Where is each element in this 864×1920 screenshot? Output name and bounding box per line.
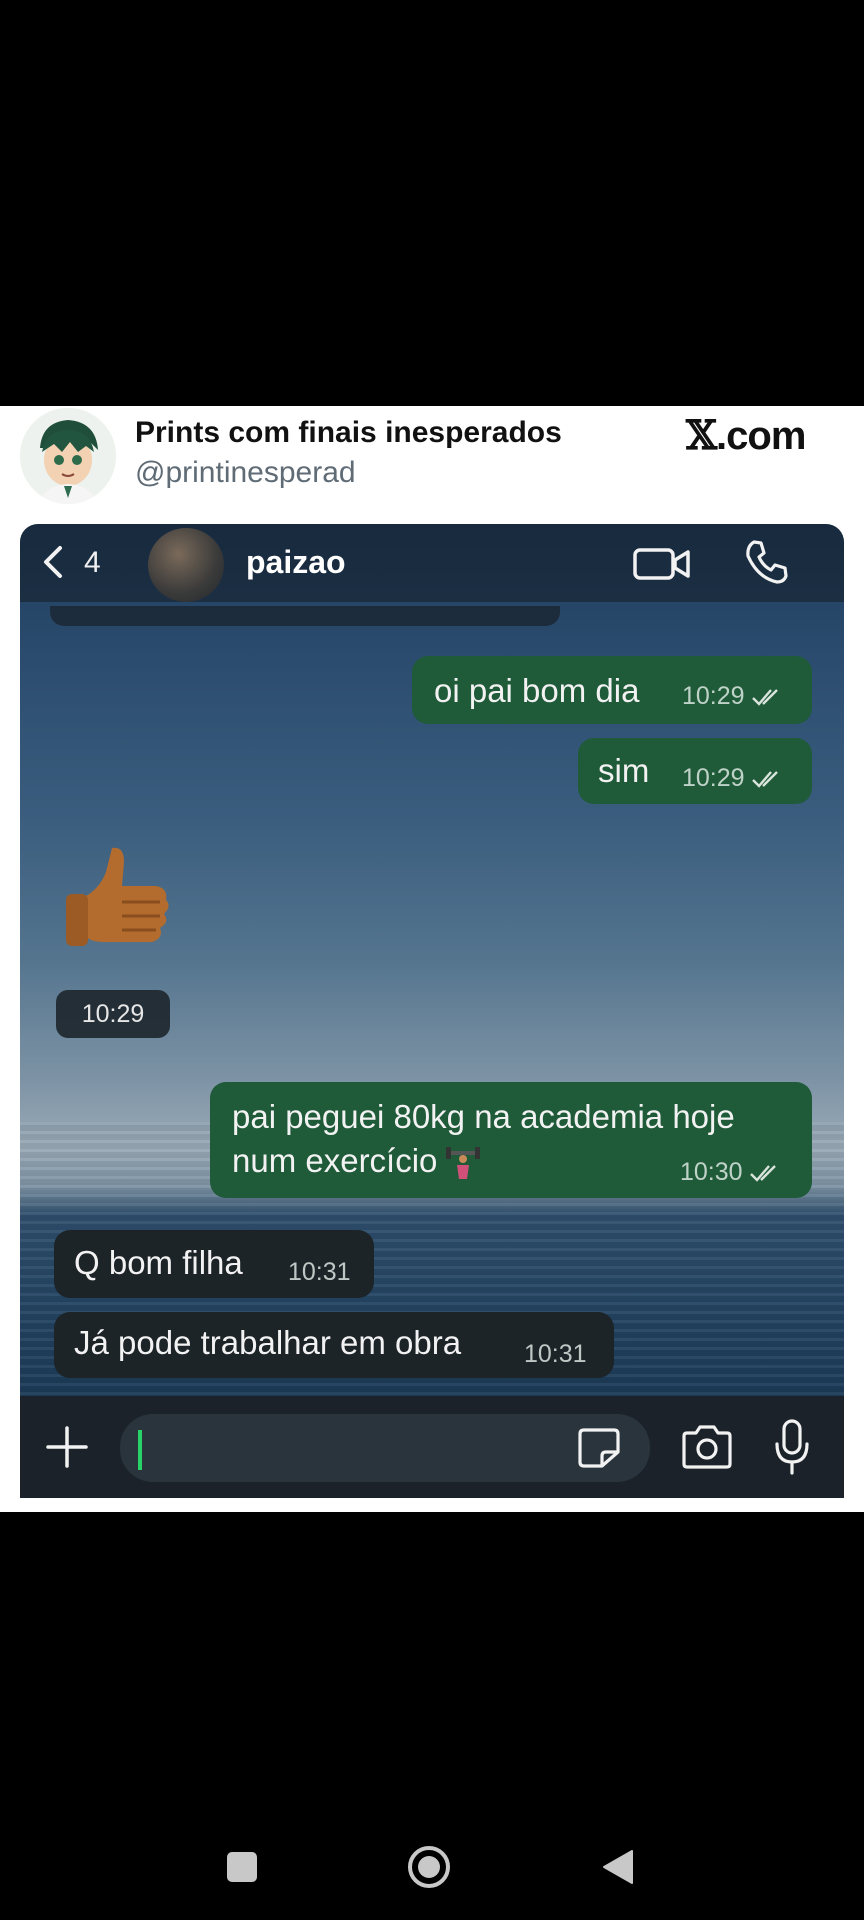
message-text: oi pai bom dia — [434, 672, 640, 709]
message-composer — [20, 1396, 844, 1498]
nav-back-icon[interactable] — [600, 1848, 636, 1886]
outgoing-message[interactable]: oi pai bom dia 10:29 — [412, 656, 812, 724]
message-text-line-2: num exercício — [232, 1142, 481, 1181]
message-meta: 10:29 — [682, 764, 785, 793]
message-time: 10:30 — [680, 1158, 743, 1186]
message-text: sim — [598, 752, 650, 789]
microphone-icon[interactable] — [772, 1418, 812, 1476]
read-ticks-icon — [751, 689, 778, 707]
thumbs-up-emoji-icon[interactable] — [60, 842, 170, 960]
sticker-icon[interactable] — [576, 1426, 622, 1470]
account-handle[interactable]: @printinesperad — [135, 456, 356, 490]
x-logo-suffix: .com — [716, 414, 806, 458]
message-meta: 10:30 — [680, 1158, 783, 1187]
read-ticks-icon — [749, 1165, 776, 1183]
phone-call-icon[interactable] — [742, 538, 790, 586]
camera-icon[interactable] — [680, 1424, 734, 1470]
chat-header: 4 paizao — [20, 524, 844, 602]
message-time: 10:29 — [682, 682, 745, 710]
incoming-message[interactable]: Q bom filha 10:31 — [54, 1230, 374, 1298]
outgoing-message[interactable]: pai peguei 80kg na academia hoje num exe… — [210, 1082, 812, 1198]
nav-home-icon[interactable] — [406, 1844, 452, 1890]
message-text-line-2-words: num exercício — [232, 1142, 438, 1179]
plus-icon[interactable] — [44, 1424, 90, 1470]
message-time: 10:29 — [682, 764, 745, 792]
back-chevron-icon[interactable] — [34, 542, 74, 582]
x-logo-glyph: 𝕏 — [686, 412, 717, 459]
text-cursor — [138, 1430, 142, 1470]
message-text-line-1: pai peguei 80kg na academia hoje — [232, 1098, 735, 1135]
account-avatar[interactable] — [20, 408, 116, 504]
weight-lifting-emoji-icon — [446, 1147, 481, 1180]
incoming-message[interactable]: Já pode trabalhar em obra 10:31 — [54, 1312, 614, 1378]
x-com-logo: 𝕏.com — [686, 412, 806, 459]
chat-screenshot: 4 paizao oi pai bom dia 10:29 sim 10:29 … — [20, 524, 844, 1498]
message-text: Já pode trabalhar em obra — [74, 1324, 462, 1361]
outgoing-message[interactable]: sim 10:29 — [578, 738, 812, 804]
contact-avatar[interactable] — [148, 528, 224, 602]
read-ticks-icon — [751, 771, 778, 789]
message-meta: 10:29 — [682, 682, 785, 711]
nav-recents-icon[interactable] — [227, 1852, 257, 1882]
message-time: 10:31 — [288, 1258, 351, 1286]
account-name[interactable]: Prints com finais inesperados — [135, 416, 562, 450]
message-time: 10:31 — [524, 1340, 587, 1368]
message-text: Q bom filha — [74, 1244, 243, 1281]
unread-count[interactable]: 4 — [84, 546, 101, 580]
contact-name[interactable]: paizao — [246, 544, 346, 581]
message-input[interactable] — [120, 1414, 650, 1482]
video-call-icon[interactable] — [632, 542, 692, 586]
emoji-message-time: 10:29 — [56, 990, 170, 1038]
previous-message-fragment — [50, 606, 560, 626]
